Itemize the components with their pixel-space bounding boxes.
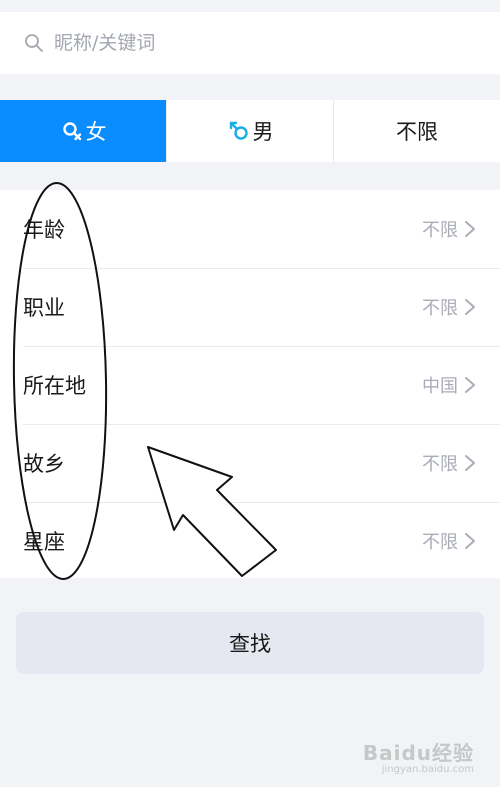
filter-label: 年龄 <box>23 218 65 242</box>
chevron-right-icon <box>465 221 475 237</box>
chevron-right-icon <box>465 533 475 549</box>
filter-value: 不限 <box>422 454 458 475</box>
tab-female-label: 女 <box>85 120 107 144</box>
filter-label: 所在地 <box>23 374 86 398</box>
tab-male-label: 男 <box>252 120 274 144</box>
tab-any[interactable]: 不限 <box>334 100 500 162</box>
filter-row-location[interactable]: 所在地 中国 <box>0 346 500 424</box>
tab-any-label: 不限 <box>396 120 438 144</box>
watermark-url: jingyan.baidu.com <box>381 764 474 775</box>
search-people-page: 女 男 不限 年龄 不限 职业 不限 <box>0 0 500 787</box>
gender-tabs: 女 男 不限 <box>0 100 500 162</box>
tab-male[interactable]: 男 <box>167 100 334 162</box>
female-icon <box>62 122 81 141</box>
search-bar[interactable] <box>0 12 500 74</box>
filter-value: 不限 <box>422 298 458 319</box>
watermark-brand: Baidu经验 <box>362 741 474 765</box>
filter-row-occupation[interactable]: 职业 不限 <box>0 268 500 346</box>
filter-list: 年龄 不限 职业 不限 所在地 中国 故乡 不限 星座 不限 <box>0 190 500 578</box>
tab-female[interactable]: 女 <box>0 100 167 162</box>
find-button[interactable]: 查找 <box>16 612 484 674</box>
filter-row-age[interactable]: 年龄 不限 <box>0 190 500 268</box>
filter-value: 中国 <box>422 376 458 397</box>
watermark: Baidu经验 jingyan.baidu.com <box>363 737 474 775</box>
chevron-right-icon <box>465 377 475 393</box>
filter-value: 不限 <box>422 220 458 241</box>
search-input[interactable] <box>54 32 474 54</box>
chevron-right-icon <box>465 455 475 471</box>
filter-value: 不限 <box>422 532 458 553</box>
filter-row-hometown[interactable]: 故乡 不限 <box>0 424 500 502</box>
filter-label: 星座 <box>23 530 65 554</box>
filter-label: 故乡 <box>23 452 65 476</box>
chevron-right-icon <box>465 299 475 315</box>
search-icon <box>25 34 43 52</box>
male-icon <box>229 121 248 140</box>
filter-label: 职业 <box>23 296 65 320</box>
filter-row-zodiac[interactable]: 星座 不限 <box>0 502 500 580</box>
